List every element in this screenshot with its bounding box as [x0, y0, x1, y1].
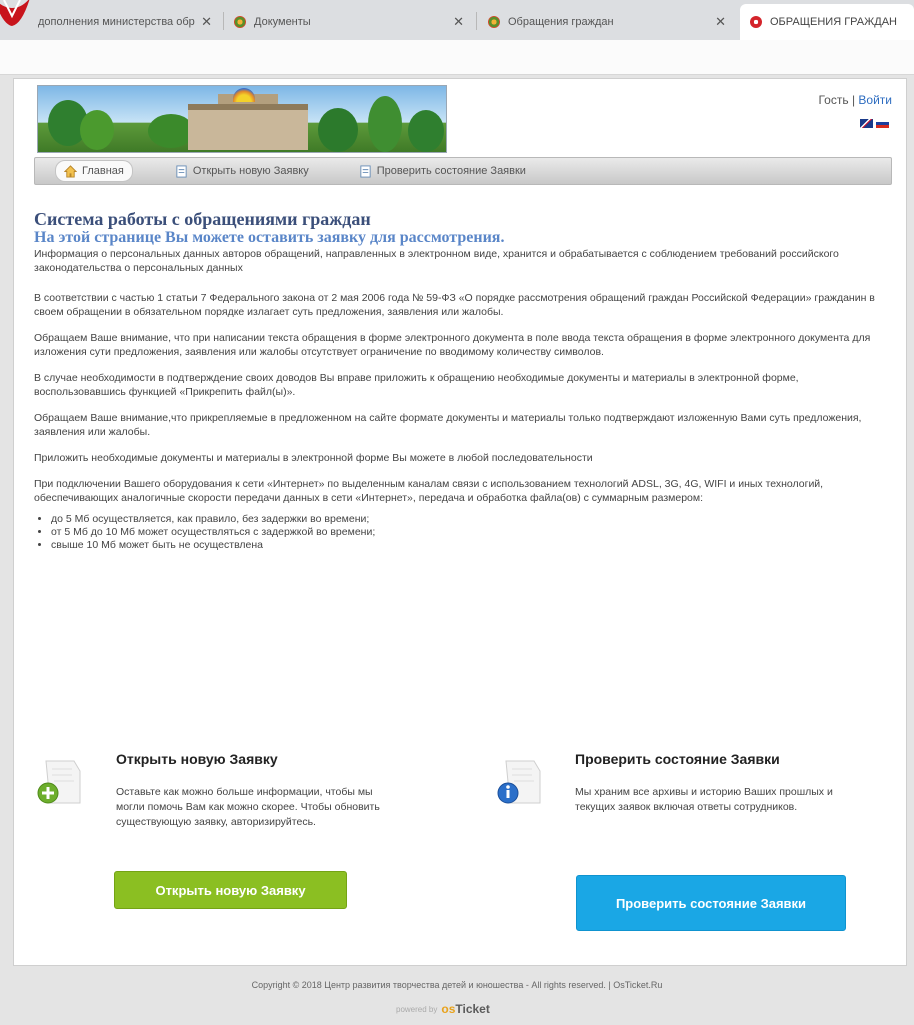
- nav-open-ticket[interactable]: Открыть новую Заявку: [167, 161, 317, 181]
- footer: Copyright © 2018 Центр развития творчест…: [0, 968, 914, 1025]
- paragraph-personal-data: Информация о персональных данных авторов…: [34, 248, 839, 274]
- page-title: Система работы с обращениями граждан: [34, 209, 371, 229]
- nav-home[interactable]: Главная: [55, 160, 133, 182]
- paragraph-order: Приложить необходимые документы и матери…: [34, 452, 593, 464]
- main-content: Система работы с обращениями граждан На …: [34, 209, 886, 552]
- browser-tab-2[interactable]: Документы ✕: [224, 4, 474, 40]
- browser-tab-active[interactable]: ОБРАЩЕНИЯ ГРАЖДАН: [740, 4, 914, 40]
- page-subtitle: На этой странице Вы можете оставить заяв…: [34, 229, 505, 246]
- check-status-description: Мы храним все архивы и историю Ваших про…: [575, 786, 833, 813]
- powered-by[interactable]: powered by osTicket: [396, 1002, 490, 1016]
- open-ticket-description: Оставьте как можно больше информации, чт…: [116, 786, 380, 828]
- browser-tab-1[interactable]: дополнения министерства обр ✕: [0, 4, 222, 40]
- home-icon: [64, 164, 77, 178]
- list-item: от 5 Мб до 10 Мб может осуществляться с …: [51, 526, 886, 539]
- login-link[interactable]: Войти: [858, 93, 892, 107]
- open-ticket-section: Открыть новую Заявку Оставьте как можно …: [36, 751, 396, 951]
- site-favicon-icon: [488, 16, 500, 28]
- language-flags: [860, 119, 890, 129]
- site-favicon-icon: [234, 16, 246, 28]
- guest-label: Гость: [818, 93, 849, 107]
- list-item: свыше 10 Мб может быть не осуществлена: [51, 539, 886, 552]
- english-flag-icon[interactable]: [860, 119, 873, 128]
- russian-flag-icon[interactable]: [876, 119, 889, 128]
- size-limits-list: до 5 Мб осуществляется, как правило, без…: [34, 513, 886, 552]
- logo-emblem-icon: [233, 88, 255, 102]
- check-status-title: Проверить состояние Заявки: [575, 751, 780, 767]
- tab-title: ОБРАЩЕНИЯ ГРАЖДАН: [770, 16, 897, 28]
- user-links: Гость | Войти: [818, 93, 892, 107]
- browser-tab-3[interactable]: Обращения граждан ✕: [478, 4, 736, 40]
- nav-check-status[interactable]: Проверить состояние Заявки: [351, 161, 534, 181]
- main-nav: Главная Открыть новую Заявку Проверить с…: [34, 157, 892, 185]
- info-ticket-icon: [497, 760, 541, 804]
- tab-title: дополнения министерства обр: [38, 16, 195, 28]
- copyright-text: Copyright © 2018 Центр развития творчест…: [251, 980, 663, 990]
- site-banner-image[interactable]: [37, 85, 447, 153]
- check-status-button[interactable]: Проверить состояние Заявки: [576, 875, 846, 931]
- close-icon[interactable]: ✕: [453, 14, 464, 30]
- site-favicon-icon: [750, 16, 762, 28]
- list-item: до 5 Мб осуществляется, как правило, без…: [51, 513, 886, 526]
- tab-title: Документы: [254, 16, 311, 28]
- new-ticket-icon: [37, 760, 81, 804]
- paragraph-connection: При подключении Вашего оборудования к се…: [34, 478, 824, 504]
- check-ticket-icon: [360, 164, 371, 178]
- new-ticket-icon: [176, 164, 187, 178]
- close-icon[interactable]: ✕: [201, 14, 212, 30]
- open-ticket-button[interactable]: Открыть новую Заявку: [114, 871, 347, 909]
- paragraph-attachments: В случае необходимости в подтверждение с…: [34, 372, 799, 398]
- osticket-logo: osTicket: [441, 1002, 490, 1016]
- paragraph-attachments-note: Обращаем Ваше внимание,что прикрепляемые…: [34, 412, 862, 438]
- paragraph-law: В соответствии с частью 1 статьи 7 Федер…: [34, 292, 875, 318]
- paragraph-text-limit: Обращаем Ваше внимание, что при написани…: [34, 332, 871, 358]
- open-ticket-title: Открыть новую Заявку: [116, 751, 278, 767]
- check-status-section: Проверить состояние Заявки Мы храним все…: [496, 751, 876, 951]
- page-container: Гость | Войти Главная Открыть новую Заяв…: [13, 78, 907, 966]
- close-icon[interactable]: ✕: [715, 14, 726, 30]
- browser-toolbar: [0, 40, 914, 75]
- browser-tab-bar: дополнения министерства обр ✕ Документы …: [0, 0, 914, 40]
- tab-title: Обращения граждан: [508, 16, 614, 28]
